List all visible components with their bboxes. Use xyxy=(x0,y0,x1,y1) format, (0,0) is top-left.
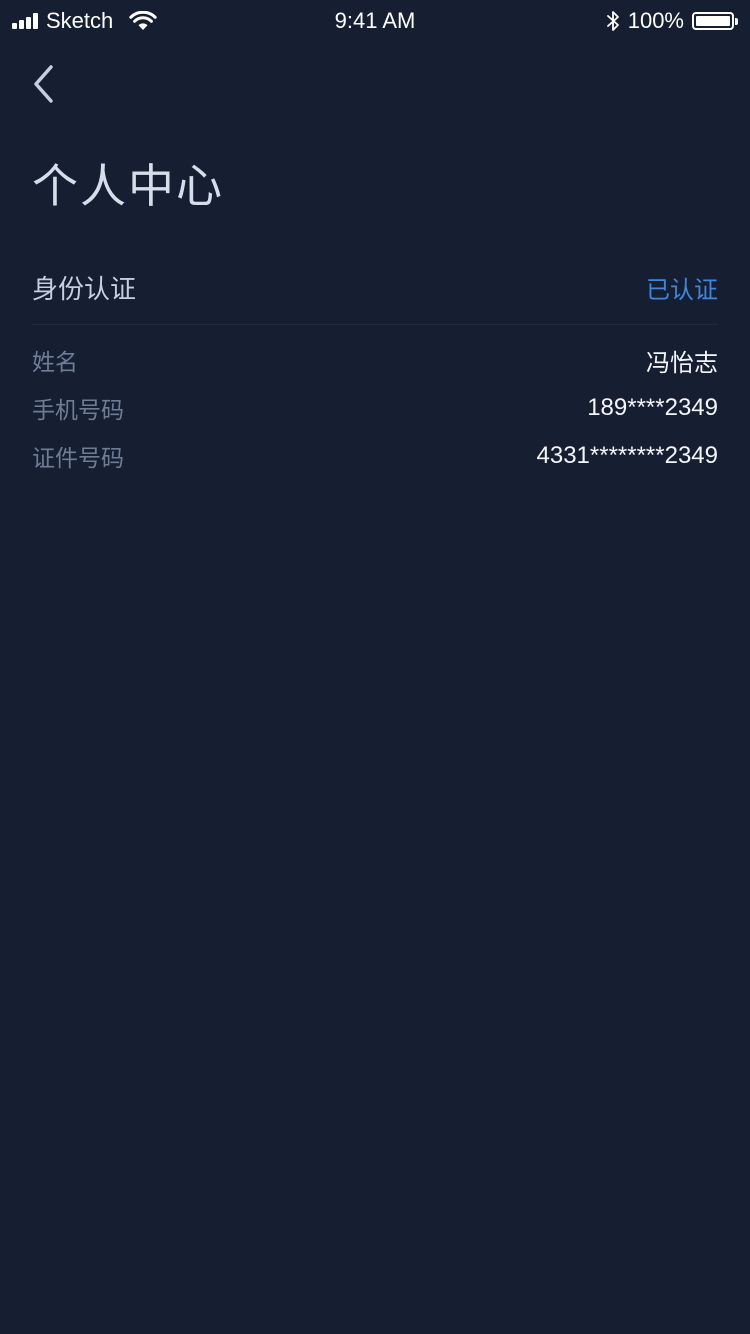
section-divider xyxy=(32,324,718,325)
name-label: 姓名 xyxy=(32,350,78,376)
phone-value: 189****2349 xyxy=(587,394,718,421)
identity-section-title: 身份认证 xyxy=(32,274,137,305)
info-row-id-number: 证件号码 4331********2349 xyxy=(32,432,718,480)
status-right: 100% xyxy=(606,8,738,34)
page-title: 个人中心 xyxy=(32,159,224,213)
battery-fill xyxy=(696,16,730,26)
info-row-name: 姓名 冯怡志 xyxy=(32,336,718,384)
battery-percentage: 100% xyxy=(627,8,684,33)
id-number-value: 4331********2349 xyxy=(536,442,719,469)
info-row-phone: 手机号码 189****2349 xyxy=(32,384,718,432)
id-number-label: 证件号码 xyxy=(32,446,124,472)
back-button[interactable] xyxy=(22,60,66,108)
battery-icon xyxy=(692,12,738,30)
identity-info-list: 姓名 冯怡志 手机号码 189****2349 证件号码 4331*******… xyxy=(32,336,718,480)
name-value: 冯怡志 xyxy=(646,349,718,377)
chevron-left-icon xyxy=(34,65,53,103)
phone-label: 手机号码 xyxy=(32,398,124,424)
bluetooth-icon xyxy=(606,11,619,31)
status-bar: Sketch 9:41 AM 100% xyxy=(0,0,750,40)
identity-status-link[interactable]: 已认证 xyxy=(646,270,718,305)
identity-section-header: 身份认证 已认证 xyxy=(32,262,718,312)
battery-nub xyxy=(735,18,738,25)
